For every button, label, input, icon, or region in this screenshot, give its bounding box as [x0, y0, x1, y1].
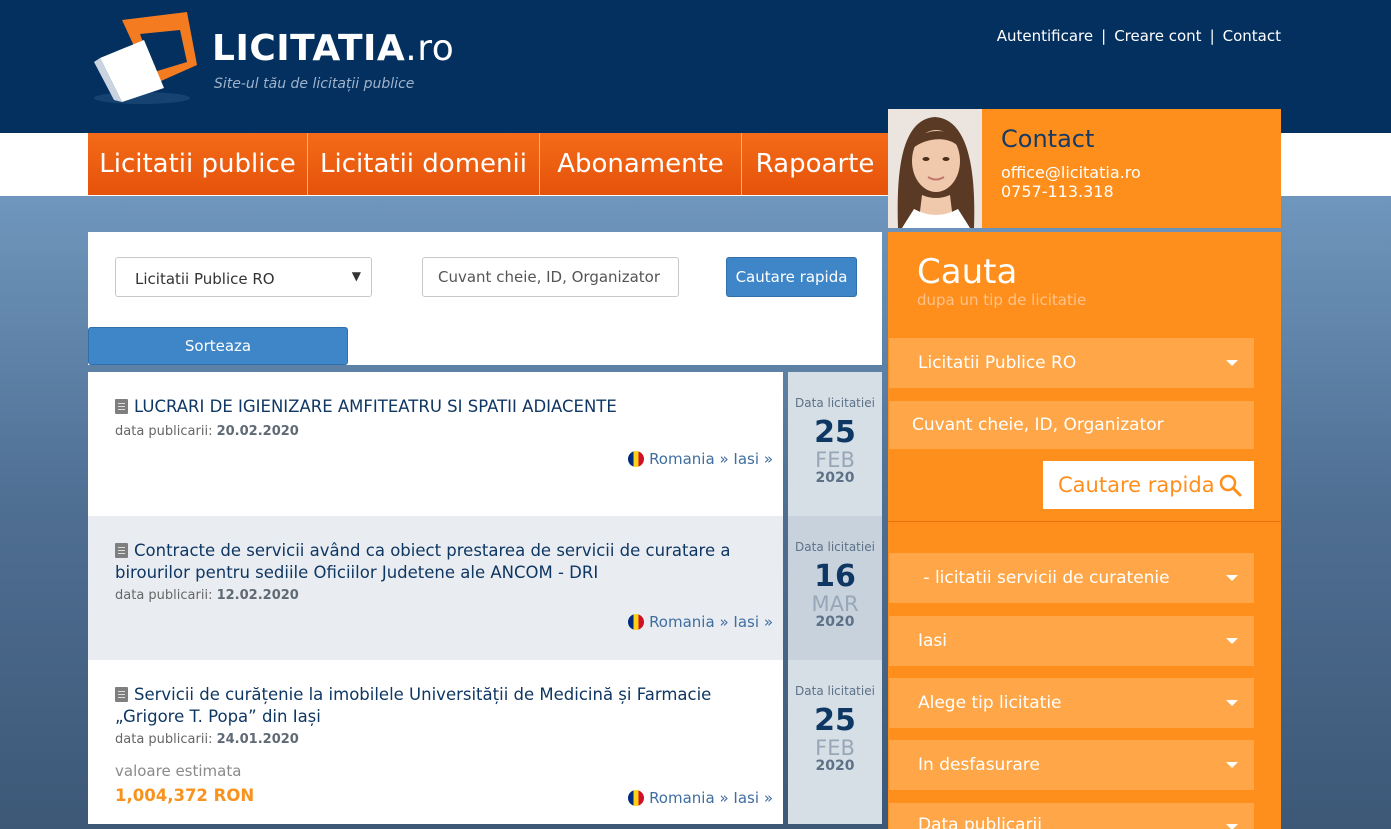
sidebar-search-subtitle: dupa un tip de licitatie	[917, 291, 1087, 309]
listing-location[interactable]: Romania » Iasi »	[628, 789, 773, 807]
auction-date-label: Data licitatiei	[795, 396, 875, 410]
auction-day: 16	[814, 559, 856, 594]
login-link[interactable]: Autentificare	[997, 27, 1093, 45]
sidebar-search-panel: Cauta dupa un tip de licitatie Licitatii…	[888, 232, 1281, 829]
sidebar-filter-type[interactable]: Alege tip licitatie	[889, 678, 1254, 728]
chevron-down-icon: ▼	[351, 269, 361, 283]
link-separator: |	[1101, 27, 1107, 45]
auction-date-label: Data licitatiei	[795, 540, 875, 554]
estimated-value: 1,004,372 RON	[115, 786, 255, 805]
listing-item: Servicii de curățenie la imobilele Unive…	[88, 660, 783, 824]
nav-item-licitatii-publice[interactable]: Licitatii publice	[88, 133, 308, 195]
sidebar-filter-status[interactable]: In desfasurare	[889, 740, 1254, 790]
link-separator: |	[1209, 27, 1215, 45]
logo-tagline: Site-ul tău de licitații publice	[214, 76, 415, 92]
search-panel: Licitatii Publice RO ▼ Cautare rapida So…	[88, 232, 882, 365]
document-icon	[115, 687, 128, 702]
document-icon	[115, 543, 128, 558]
sidebar-filter-city[interactable]: Iasi	[889, 616, 1254, 666]
chevron-down-icon	[1226, 360, 1238, 366]
auction-day: 25	[814, 415, 856, 450]
site-logo[interactable]: LICITATIA.ro Site-ul tău de licitații pu…	[92, 10, 455, 110]
panel-divider	[888, 521, 1281, 522]
keyword-search-input[interactable]	[422, 257, 679, 297]
document-icon	[115, 399, 128, 414]
nav-item-abonamente[interactable]: Abonamente	[540, 133, 742, 195]
auction-date-box: Data licitatiei 25 FEB 2020	[788, 372, 882, 516]
listing-item: LUCRARI DE IGIENIZARE AMFITEATRU SI SPAT…	[88, 372, 783, 516]
listing-title-text: LUCRARI DE IGIENIZARE AMFITEATRU SI SPAT…	[134, 397, 617, 416]
auction-day: 25	[814, 703, 856, 738]
listing-title-text: Servicii de curățenie la imobilele Unive…	[115, 685, 712, 726]
listing-title[interactable]: Servicii de curățenie la imobilele Unive…	[115, 684, 780, 728]
contact-phone[interactable]: 0757-113.318	[1001, 182, 1114, 201]
auction-month: FEB	[815, 448, 855, 472]
listing-item: Contracte de servicii având ca obiect pr…	[88, 516, 783, 660]
create-account-link[interactable]: Creare cont	[1114, 27, 1201, 45]
chevron-down-icon	[1226, 700, 1238, 706]
sidebar-type-select[interactable]: Licitatii Publice RO	[889, 338, 1254, 388]
publication-date: data publicarii: 12.02.2020	[115, 588, 299, 603]
listing-title[interactable]: Contracte de servicii având ca obiect pr…	[115, 540, 780, 584]
sidebar-keyword-input[interactable]: Cuvant cheie, ID, Organizator	[889, 401, 1254, 449]
listing-location[interactable]: Romania » Iasi »	[628, 613, 773, 631]
auction-month: FEB	[815, 736, 855, 760]
auction-year: 2020	[815, 614, 855, 630]
romania-flag-icon	[628, 451, 645, 467]
auction-month: MAR	[811, 592, 859, 616]
publication-date: data publicarii: 20.02.2020	[115, 424, 299, 439]
category-select[interactable]: Licitatii Publice RO ▼	[115, 257, 372, 297]
listing-title[interactable]: LUCRARI DE IGIENIZARE AMFITEATRU SI SPAT…	[115, 396, 780, 418]
contact-title: Contact	[1001, 125, 1095, 153]
listing-title-text: Contracte de servicii având ca obiect pr…	[115, 541, 731, 582]
category-select-value: Licitatii Publice RO	[135, 270, 275, 288]
nav-item-licitatii-domenii[interactable]: Licitatii domenii	[308, 133, 540, 195]
avatar-photo-icon	[888, 109, 982, 228]
nav-item-rapoarte[interactable]: Rapoarte	[742, 133, 888, 195]
romania-flag-icon	[628, 614, 645, 630]
romania-flag-icon	[628, 790, 645, 806]
auction-date-label: Data licitatiei	[795, 684, 875, 698]
chevron-down-icon	[1226, 762, 1238, 768]
sidebar-search-title: Cauta	[917, 252, 1018, 292]
auction-year: 2020	[815, 470, 855, 486]
sidebar-filter-publication-date[interactable]: Data publicarii	[889, 803, 1254, 829]
logo-text: LICITATIA.ro	[212, 28, 455, 69]
quick-search-button[interactable]: Cautare rapida	[726, 257, 857, 297]
contact-box: Contact office@licitatia.ro 0757-113.318	[888, 109, 1281, 228]
chevron-down-icon	[1226, 575, 1238, 581]
auction-year: 2020	[815, 758, 855, 774]
listing-location[interactable]: Romania » Iasi »	[628, 450, 773, 468]
sidebar-filter-domain[interactable]: - licitatii servicii de curatenie	[889, 553, 1254, 603]
sort-button[interactable]: Sorteaza	[88, 327, 348, 365]
top-links: Autentificare | Creare cont | Contact	[997, 27, 1281, 45]
chevron-down-icon	[1226, 638, 1238, 644]
publication-date: data publicarii: 24.01.2020	[115, 732, 299, 747]
main-nav: Licitatii publice Licitatii domenii Abon…	[88, 133, 888, 195]
sidebar-quick-search-button[interactable]: Cautare rapida	[1043, 461, 1254, 509]
estimated-value-label: valoare estimata	[115, 762, 242, 780]
chevron-down-icon	[1226, 824, 1238, 829]
contact-email[interactable]: office@licitatia.ro	[1001, 163, 1141, 182]
contact-link[interactable]: Contact	[1223, 27, 1281, 45]
search-icon	[1219, 474, 1242, 497]
auction-date-box: Data licitatiei 16 MAR 2020	[788, 516, 882, 660]
logo-mark-icon	[94, 12, 197, 104]
contact-avatar	[888, 109, 982, 228]
auction-date-box: Data licitatiei 25 FEB 2020	[788, 660, 882, 824]
